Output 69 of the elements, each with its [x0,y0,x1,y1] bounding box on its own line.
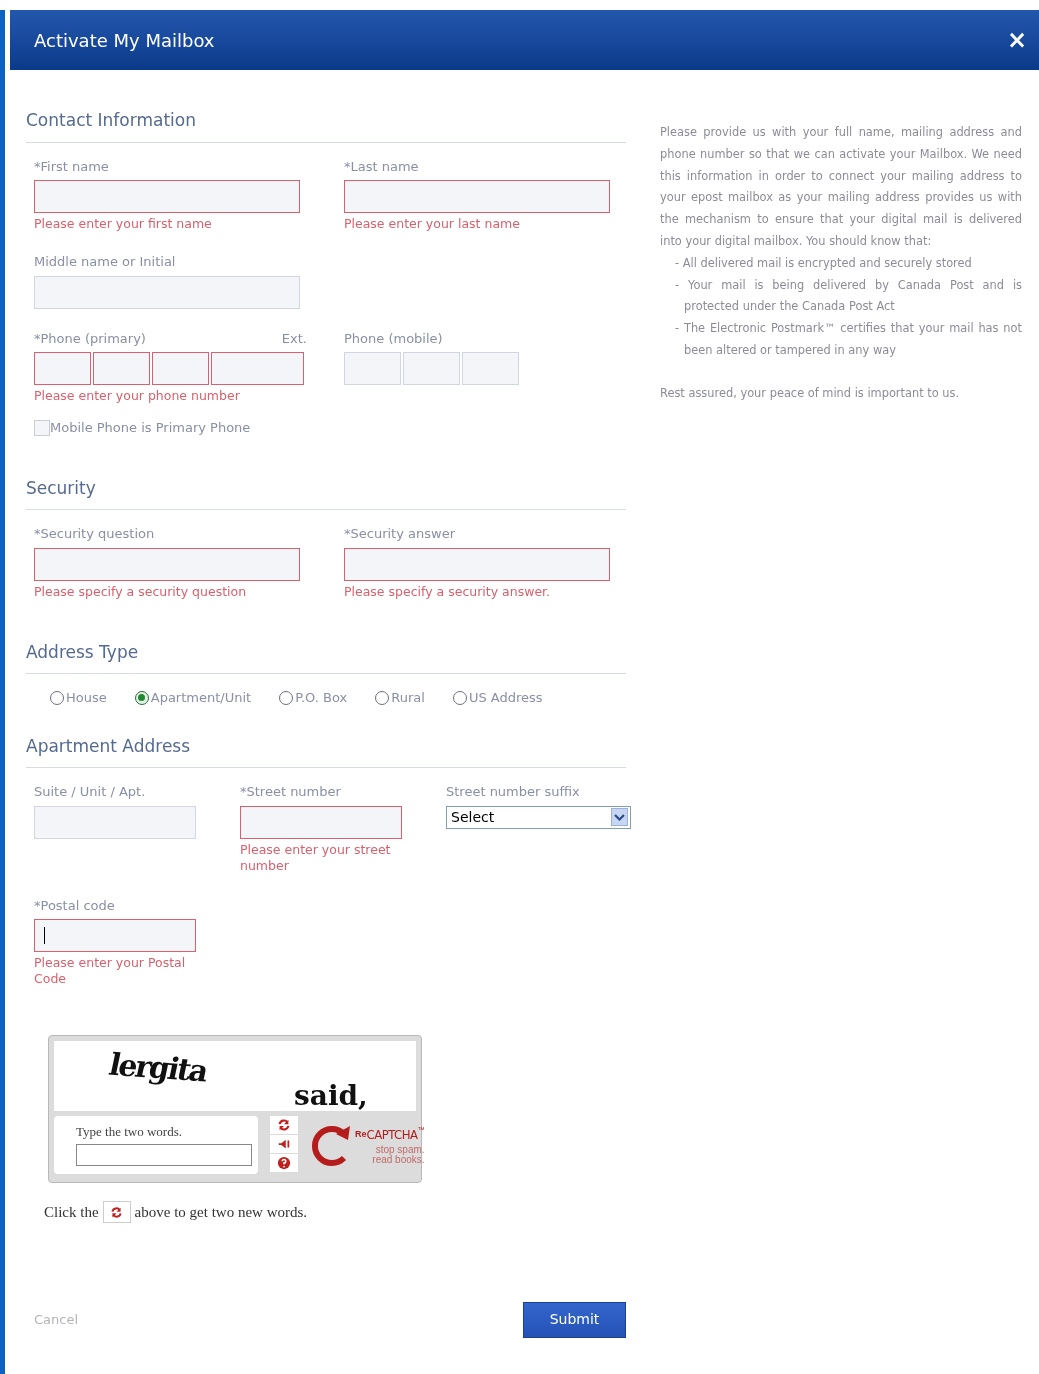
refresh-button[interactable] [270,1116,298,1134]
help-icon [277,1156,291,1170]
logo-text: Re [355,1128,367,1142]
captcha-word: lergita [104,1045,212,1091]
info-bullet: - Your mail is being delivered by Canada Post and is protected under the Canada Post Act [674,276,1022,316]
field-label: *Security question [34,525,156,543]
checkbox[interactable] [34,419,50,436]
error-message: Please enter your first name [34,216,213,232]
error-message: Please enter your street number [240,841,392,874]
section-heading: Contact Information [26,108,626,143]
text-field[interactable] [240,805,402,839]
text-field[interactable] [211,352,304,385]
field-label: *Postal code [34,896,116,915]
field-label: Phone (mobile) [344,329,443,348]
info-bullet: - The Electronic Postmark™ certifies that your mail has not been altered or tampered in any way [674,320,1022,359]
cancel-link[interactable]: Cancel [34,1309,79,1330]
text-field[interactable] [34,919,196,952]
field-label: *Last name [344,157,420,176]
text-cursor [44,927,45,944]
select-dropdown[interactable]: Select [446,805,631,829]
error-message: Please specify a security answer. [344,583,552,600]
field-label: Street number suffix [446,783,581,801]
text-field[interactable] [344,180,610,213]
refresh-button[interactable] [102,1201,131,1224]
hint-text: Click the [44,1203,99,1222]
section-heading: Address Type [26,639,626,674]
logo-tagline: stop spam. [375,1144,425,1155]
radio-option[interactable]: Rural [375,688,425,708]
field-label: *Security answer [344,525,456,543]
captcha-word: said, [294,1078,368,1114]
field-label: *First name [34,157,110,176]
text-field[interactable] [34,547,300,581]
radio-option[interactable]: Apartment/Unit [134,688,252,708]
speaker-icon [277,1137,291,1151]
field-label: *Phone (primary) [34,329,146,348]
radio-option[interactable]: US Address [452,688,543,708]
section-heading: Security [26,475,626,510]
hint-text: above to get two new words. [134,1203,308,1222]
text-field[interactable] [152,352,209,385]
field-label: Suite / Unit / Apt. [34,783,147,801]
captcha-field[interactable] [76,1143,252,1166]
text-field[interactable] [34,352,91,385]
captcha-prompt: Type the two words. [76,1123,183,1141]
error-message: Please specify a security question [34,583,248,600]
logo-text: CAPTCHA [366,1126,418,1145]
checkbox-label: Mobile Phone is Primary Phone [50,419,251,437]
refresh-icon [110,1205,124,1219]
close-button[interactable]: × [1004,28,1029,52]
radio-option[interactable]: P.O. Box [279,688,348,708]
text-field[interactable] [93,352,150,385]
error-message: Please enter your phone number [34,388,241,404]
field-label: Ext. [281,329,307,348]
dialog-title: Activate My Mailbox [34,28,215,53]
submit-button[interactable]: Submit [523,1301,626,1338]
info-paragraph: Rest assured, your peace of mind is important to us. [660,384,961,402]
text-field[interactable] [344,547,610,581]
field-label: *Street number [240,783,342,801]
info-paragraph: Please provide us with your full name, mailing address and phone number so that we can activate your Mailbox. We need this information in order to connect your mailing address to your epost mailbox as your mailing address provides us with the mechanism to ensure that your digital mail is delivered into your digital mailbox. You should know that: [660,124,1022,250]
logo-tagline: read books. [371,1154,425,1165]
refresh-icon [277,1118,291,1132]
help-button[interactable] [270,1154,298,1172]
field-label: Middle name or Initial [34,253,177,271]
section-heading: Apartment Address [26,733,626,768]
radio-option[interactable]: House [50,688,107,708]
audio-button[interactable] [270,1135,298,1153]
error-message: Please enter your Postal Code [34,955,187,987]
text-field[interactable] [34,180,300,213]
error-message: Please enter your last name [344,216,521,232]
info-bullet: - All delivered mail is encrypted and securely stored [674,254,973,272]
